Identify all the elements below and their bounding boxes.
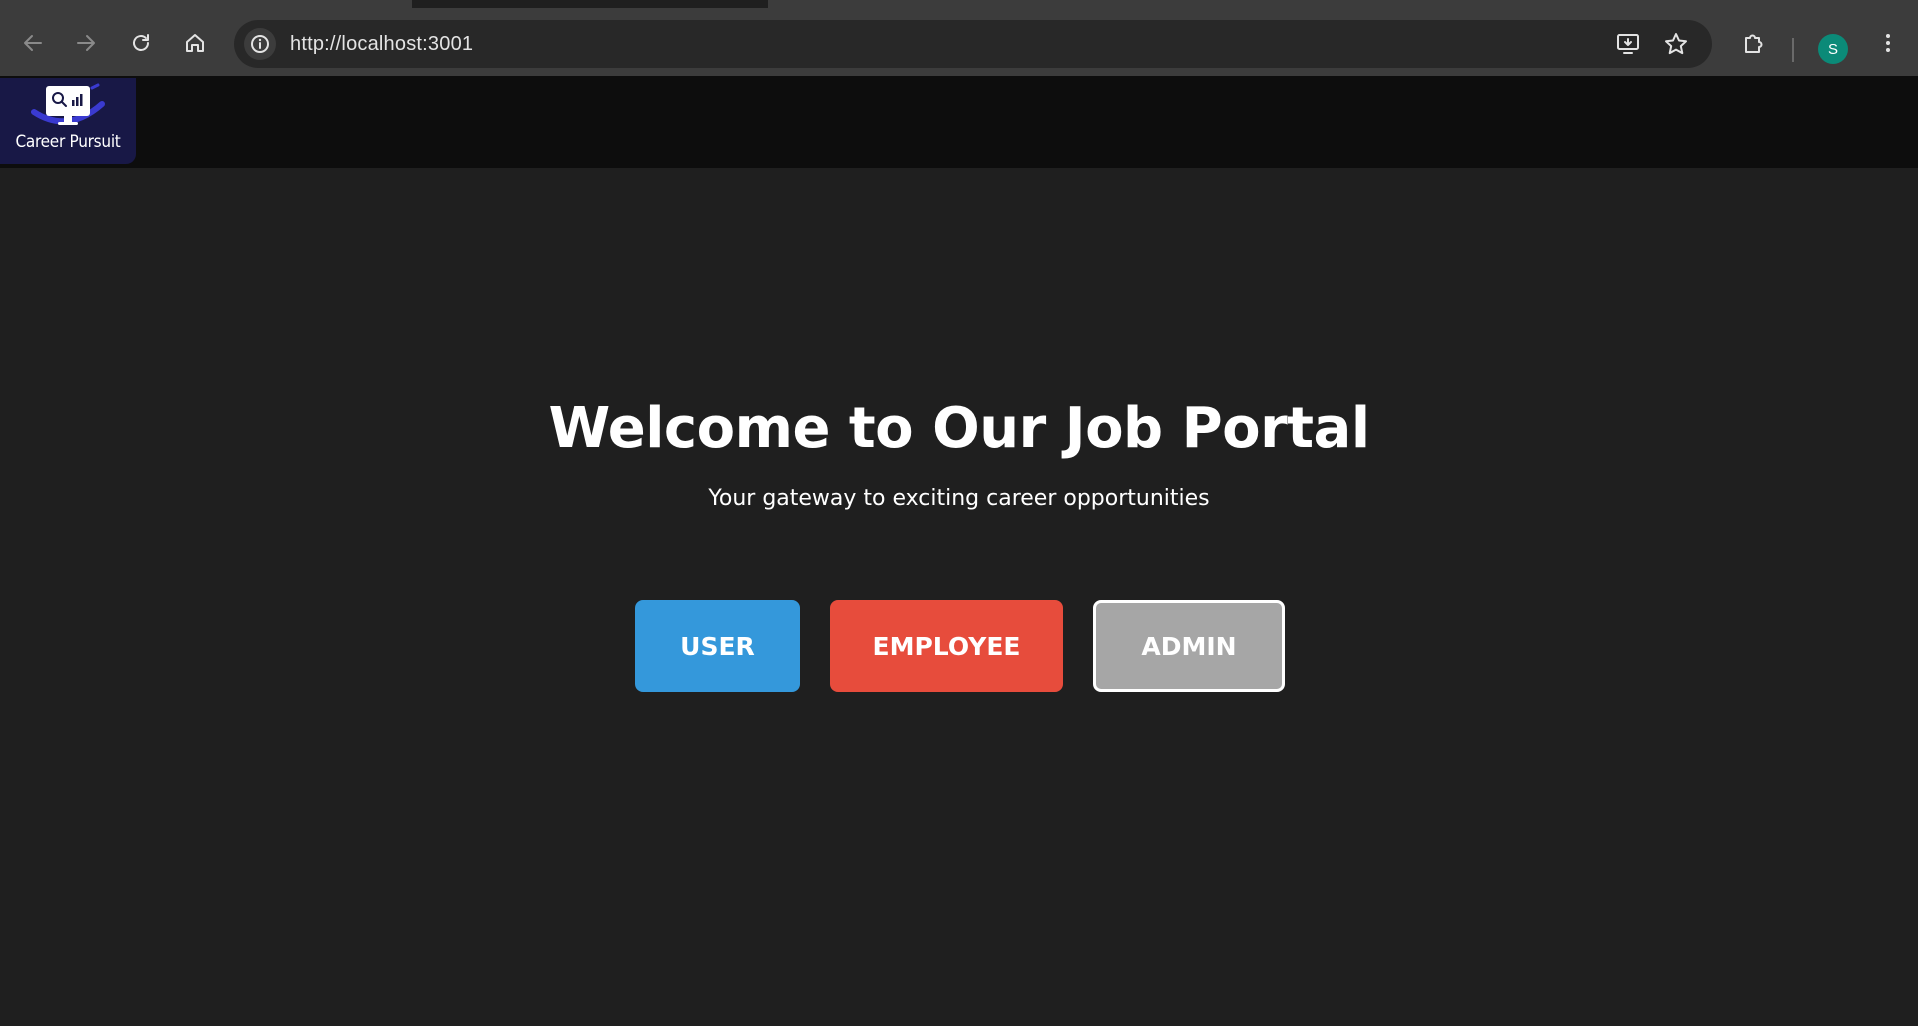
arrow-right-icon	[77, 35, 95, 51]
admin-button[interactable]: ADMIN	[1093, 600, 1285, 692]
arrow-left-icon	[24, 35, 42, 51]
toolbar-divider	[1792, 38, 1794, 62]
tab-left[interactable]	[0, 0, 412, 8]
profile-avatar[interactable]: S	[1818, 34, 1848, 64]
puzzle-icon	[1745, 34, 1763, 53]
page-title: Welcome to Our Job Portal	[548, 396, 1370, 461]
site-logo[interactable]: Career Pursuit	[0, 78, 136, 164]
url-text[interactable]: http://localhost:3001	[290, 33, 473, 56]
info-icon	[251, 35, 269, 53]
browser-menu-button[interactable]	[1872, 27, 1904, 59]
tab-right[interactable]	[768, 0, 1918, 8]
home-button[interactable]	[178, 26, 212, 60]
reload-icon	[133, 34, 149, 51]
extensions-button[interactable]	[1738, 27, 1770, 59]
browser-toolbar: http://localhost:3001 S	[0, 8, 1918, 76]
tab-strip	[0, 0, 1918, 8]
user-button[interactable]: USER	[635, 600, 800, 692]
employee-button[interactable]: EMPLOYEE	[830, 600, 1063, 692]
page-subtitle: Your gateway to exciting career opportun…	[708, 486, 1210, 511]
site-header: Career Pursuit	[0, 76, 1918, 168]
install-app-button[interactable]	[1612, 28, 1644, 60]
reload-button[interactable]	[124, 26, 158, 60]
install-app-icon	[1617, 34, 1639, 54]
logo-text: Career Pursuit	[15, 132, 121, 152]
logo-monitor-icon	[31, 83, 105, 125]
hero-section: Welcome to Our Job Portal Your gateway t…	[0, 168, 1918, 1026]
address-bar[interactable]: http://localhost:3001	[234, 20, 1712, 68]
site-info-button[interactable]	[244, 28, 276, 60]
home-icon	[186, 34, 204, 52]
star-icon	[1665, 33, 1687, 55]
bookmark-button[interactable]	[1660, 28, 1692, 60]
back-button[interactable]	[16, 26, 50, 60]
kebab-menu-icon	[1886, 34, 1890, 52]
forward-button[interactable]	[69, 26, 103, 60]
